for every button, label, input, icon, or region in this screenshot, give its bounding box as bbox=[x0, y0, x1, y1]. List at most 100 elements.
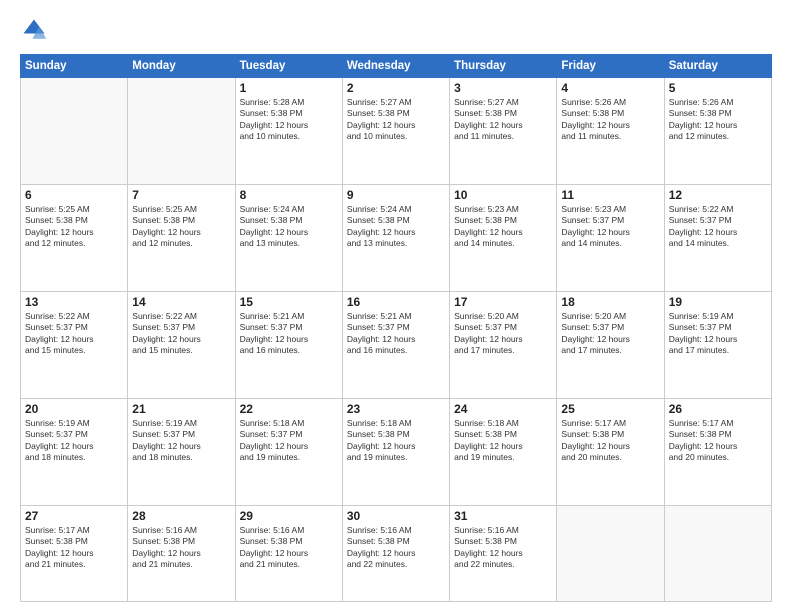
calendar-cell: 10 Sunrise: 5:23 AM Sunset: 5:38 PM Dayli… bbox=[450, 184, 557, 291]
day-info: Sunrise: 5:22 AM Sunset: 5:37 PM Dayligh… bbox=[25, 311, 123, 357]
day-number: 7 bbox=[132, 188, 230, 202]
calendar-cell bbox=[664, 505, 771, 601]
day-info: Sunrise: 5:27 AM Sunset: 5:38 PM Dayligh… bbox=[347, 97, 445, 143]
day-info: Sunrise: 5:21 AM Sunset: 5:37 PM Dayligh… bbox=[347, 311, 445, 357]
day-info: Sunrise: 5:23 AM Sunset: 5:38 PM Dayligh… bbox=[454, 204, 552, 250]
day-number: 24 bbox=[454, 402, 552, 416]
weekday-header-friday: Friday bbox=[557, 55, 664, 78]
day-number: 31 bbox=[454, 509, 552, 523]
header bbox=[20, 16, 772, 44]
day-info: Sunrise: 5:17 AM Sunset: 5:38 PM Dayligh… bbox=[669, 418, 767, 464]
day-number: 5 bbox=[669, 81, 767, 95]
calendar-cell: 23 Sunrise: 5:18 AM Sunset: 5:38 PM Dayli… bbox=[342, 398, 449, 505]
day-number: 19 bbox=[669, 295, 767, 309]
calendar-cell: 17Sunrise: 5:20 AM Sunset: 5:37 PM Dayli… bbox=[450, 291, 557, 398]
calendar-cell: 6 Sunrise: 5:25 AM Sunset: 5:38 PM Daylig… bbox=[21, 184, 128, 291]
weekday-header-saturday: Saturday bbox=[664, 55, 771, 78]
calendar-week-4: 20 Sunrise: 5:19 AM Sunset: 5:37 PM Dayli… bbox=[21, 398, 772, 505]
calendar-cell: 16 Sunrise: 5:21 AM Sunset: 5:37 PM Dayli… bbox=[342, 291, 449, 398]
calendar-cell: 18 Sunrise: 5:20 AM Sunset: 5:37 PM Dayli… bbox=[557, 291, 664, 398]
calendar-cell: 27 Sunrise: 5:17 AM Sunset: 5:38 PM Dayli… bbox=[21, 505, 128, 601]
calendar-cell bbox=[21, 78, 128, 185]
day-number: 4 bbox=[561, 81, 659, 95]
day-number: 30 bbox=[347, 509, 445, 523]
day-number: 28 bbox=[132, 509, 230, 523]
day-number: 18 bbox=[561, 295, 659, 309]
day-info: Sunrise: 5:22 AM Sunset: 5:37 PM Dayligh… bbox=[132, 311, 230, 357]
calendar-cell: 29 Sunrise: 5:16 AM Sunset: 5:38 PM Dayli… bbox=[235, 505, 342, 601]
calendar-cell: 15 Sunrise: 5:21 AM Sunset: 5:37 PM Dayli… bbox=[235, 291, 342, 398]
day-info: Sunrise: 5:24 AM Sunset: 5:38 PM Dayligh… bbox=[240, 204, 338, 250]
day-number: 12 bbox=[669, 188, 767, 202]
day-number: 14 bbox=[132, 295, 230, 309]
day-info: Sunrise: 5:28 AM Sunset: 5:38 PM Dayligh… bbox=[240, 97, 338, 143]
day-info: Sunrise: 5:16 AM Sunset: 5:38 PM Dayligh… bbox=[132, 525, 230, 571]
day-info: Sunrise: 5:16 AM Sunset: 5:38 PM Dayligh… bbox=[454, 525, 552, 571]
day-number: 27 bbox=[25, 509, 123, 523]
calendar-cell: 14 Sunrise: 5:22 AM Sunset: 5:37 PM Dayli… bbox=[128, 291, 235, 398]
day-number: 2 bbox=[347, 81, 445, 95]
day-info: Sunrise: 5:21 AM Sunset: 5:37 PM Dayligh… bbox=[240, 311, 338, 357]
day-number: 11 bbox=[561, 188, 659, 202]
day-number: 6 bbox=[25, 188, 123, 202]
day-info: Sunrise: 5:17 AM Sunset: 5:38 PM Dayligh… bbox=[561, 418, 659, 464]
day-info: Sunrise: 5:18 AM Sunset: 5:38 PM Dayligh… bbox=[454, 418, 552, 464]
day-number: 22 bbox=[240, 402, 338, 416]
day-number: 26 bbox=[669, 402, 767, 416]
logo-icon bbox=[20, 16, 48, 44]
calendar-week-2: 6 Sunrise: 5:25 AM Sunset: 5:38 PM Daylig… bbox=[21, 184, 772, 291]
day-number: 1 bbox=[240, 81, 338, 95]
day-info: Sunrise: 5:19 AM Sunset: 5:37 PM Dayligh… bbox=[25, 418, 123, 464]
calendar-table: SundayMondayTuesdayWednesdayThursdayFrid… bbox=[20, 54, 772, 602]
calendar-cell: 4Sunrise: 5:26 AM Sunset: 5:38 PM Daylig… bbox=[557, 78, 664, 185]
calendar-cell: 25Sunrise: 5:17 AM Sunset: 5:38 PM Dayli… bbox=[557, 398, 664, 505]
day-info: Sunrise: 5:24 AM Sunset: 5:38 PM Dayligh… bbox=[347, 204, 445, 250]
day-info: Sunrise: 5:25 AM Sunset: 5:38 PM Dayligh… bbox=[25, 204, 123, 250]
day-number: 23 bbox=[347, 402, 445, 416]
calendar-cell: 22 Sunrise: 5:18 AM Sunset: 5:37 PM Dayli… bbox=[235, 398, 342, 505]
day-info: Sunrise: 5:16 AM Sunset: 5:38 PM Dayligh… bbox=[240, 525, 338, 571]
day-info: Sunrise: 5:18 AM Sunset: 5:38 PM Dayligh… bbox=[347, 418, 445, 464]
calendar-cell bbox=[557, 505, 664, 601]
day-info: Sunrise: 5:20 AM Sunset: 5:37 PM Dayligh… bbox=[561, 311, 659, 357]
day-info: Sunrise: 5:27 AM Sunset: 5:38 PM Dayligh… bbox=[454, 97, 552, 143]
day-number: 10 bbox=[454, 188, 552, 202]
day-number: 21 bbox=[132, 402, 230, 416]
calendar-cell: 8Sunrise: 5:24 AM Sunset: 5:38 PM Daylig… bbox=[235, 184, 342, 291]
day-number: 9 bbox=[347, 188, 445, 202]
weekday-header-monday: Monday bbox=[128, 55, 235, 78]
day-info: Sunrise: 5:17 AM Sunset: 5:38 PM Dayligh… bbox=[25, 525, 123, 571]
logo bbox=[20, 16, 52, 44]
calendar-cell: 30 Sunrise: 5:16 AM Sunset: 5:38 PM Dayli… bbox=[342, 505, 449, 601]
calendar-cell: 20 Sunrise: 5:19 AM Sunset: 5:37 PM Dayli… bbox=[21, 398, 128, 505]
day-number: 20 bbox=[25, 402, 123, 416]
calendar-cell: 3Sunrise: 5:27 AM Sunset: 5:38 PM Daylig… bbox=[450, 78, 557, 185]
calendar-cell: 1 Sunrise: 5:28 AM Sunset: 5:38 PM Daylig… bbox=[235, 78, 342, 185]
weekday-header-thursday: Thursday bbox=[450, 55, 557, 78]
calendar-cell: 7 Sunrise: 5:25 AM Sunset: 5:38 PM Daylig… bbox=[128, 184, 235, 291]
calendar-week-5: 27 Sunrise: 5:17 AM Sunset: 5:38 PM Dayli… bbox=[21, 505, 772, 601]
day-number: 13 bbox=[25, 295, 123, 309]
calendar-cell: 9 Sunrise: 5:24 AM Sunset: 5:38 PM Daylig… bbox=[342, 184, 449, 291]
day-info: Sunrise: 5:23 AM Sunset: 5:37 PM Dayligh… bbox=[561, 204, 659, 250]
calendar-cell: 28 Sunrise: 5:16 AM Sunset: 5:38 PM Dayli… bbox=[128, 505, 235, 601]
weekday-header-sunday: Sunday bbox=[21, 55, 128, 78]
page: SundayMondayTuesdayWednesdayThursdayFrid… bbox=[0, 0, 792, 612]
calendar-cell: 5 Sunrise: 5:26 AM Sunset: 5:38 PM Daylig… bbox=[664, 78, 771, 185]
day-number: 16 bbox=[347, 295, 445, 309]
day-info: Sunrise: 5:18 AM Sunset: 5:37 PM Dayligh… bbox=[240, 418, 338, 464]
day-number: 15 bbox=[240, 295, 338, 309]
calendar-week-3: 13 Sunrise: 5:22 AM Sunset: 5:37 PM Dayli… bbox=[21, 291, 772, 398]
day-info: Sunrise: 5:20 AM Sunset: 5:37 PM Dayligh… bbox=[454, 311, 552, 357]
day-info: Sunrise: 5:26 AM Sunset: 5:38 PM Dayligh… bbox=[669, 97, 767, 143]
day-info: Sunrise: 5:25 AM Sunset: 5:38 PM Dayligh… bbox=[132, 204, 230, 250]
calendar-cell: 26 Sunrise: 5:17 AM Sunset: 5:38 PM Dayli… bbox=[664, 398, 771, 505]
calendar-week-1: 1 Sunrise: 5:28 AM Sunset: 5:38 PM Daylig… bbox=[21, 78, 772, 185]
calendar-cell: 19Sunrise: 5:19 AM Sunset: 5:37 PM Dayli… bbox=[664, 291, 771, 398]
day-number: 29 bbox=[240, 509, 338, 523]
calendar-cell: 11 Sunrise: 5:23 AM Sunset: 5:37 PM Dayli… bbox=[557, 184, 664, 291]
calendar-cell: 13 Sunrise: 5:22 AM Sunset: 5:37 PM Dayli… bbox=[21, 291, 128, 398]
day-info: Sunrise: 5:16 AM Sunset: 5:38 PM Dayligh… bbox=[347, 525, 445, 571]
day-info: Sunrise: 5:22 AM Sunset: 5:37 PM Dayligh… bbox=[669, 204, 767, 250]
calendar-cell: 2 Sunrise: 5:27 AM Sunset: 5:38 PM Daylig… bbox=[342, 78, 449, 185]
